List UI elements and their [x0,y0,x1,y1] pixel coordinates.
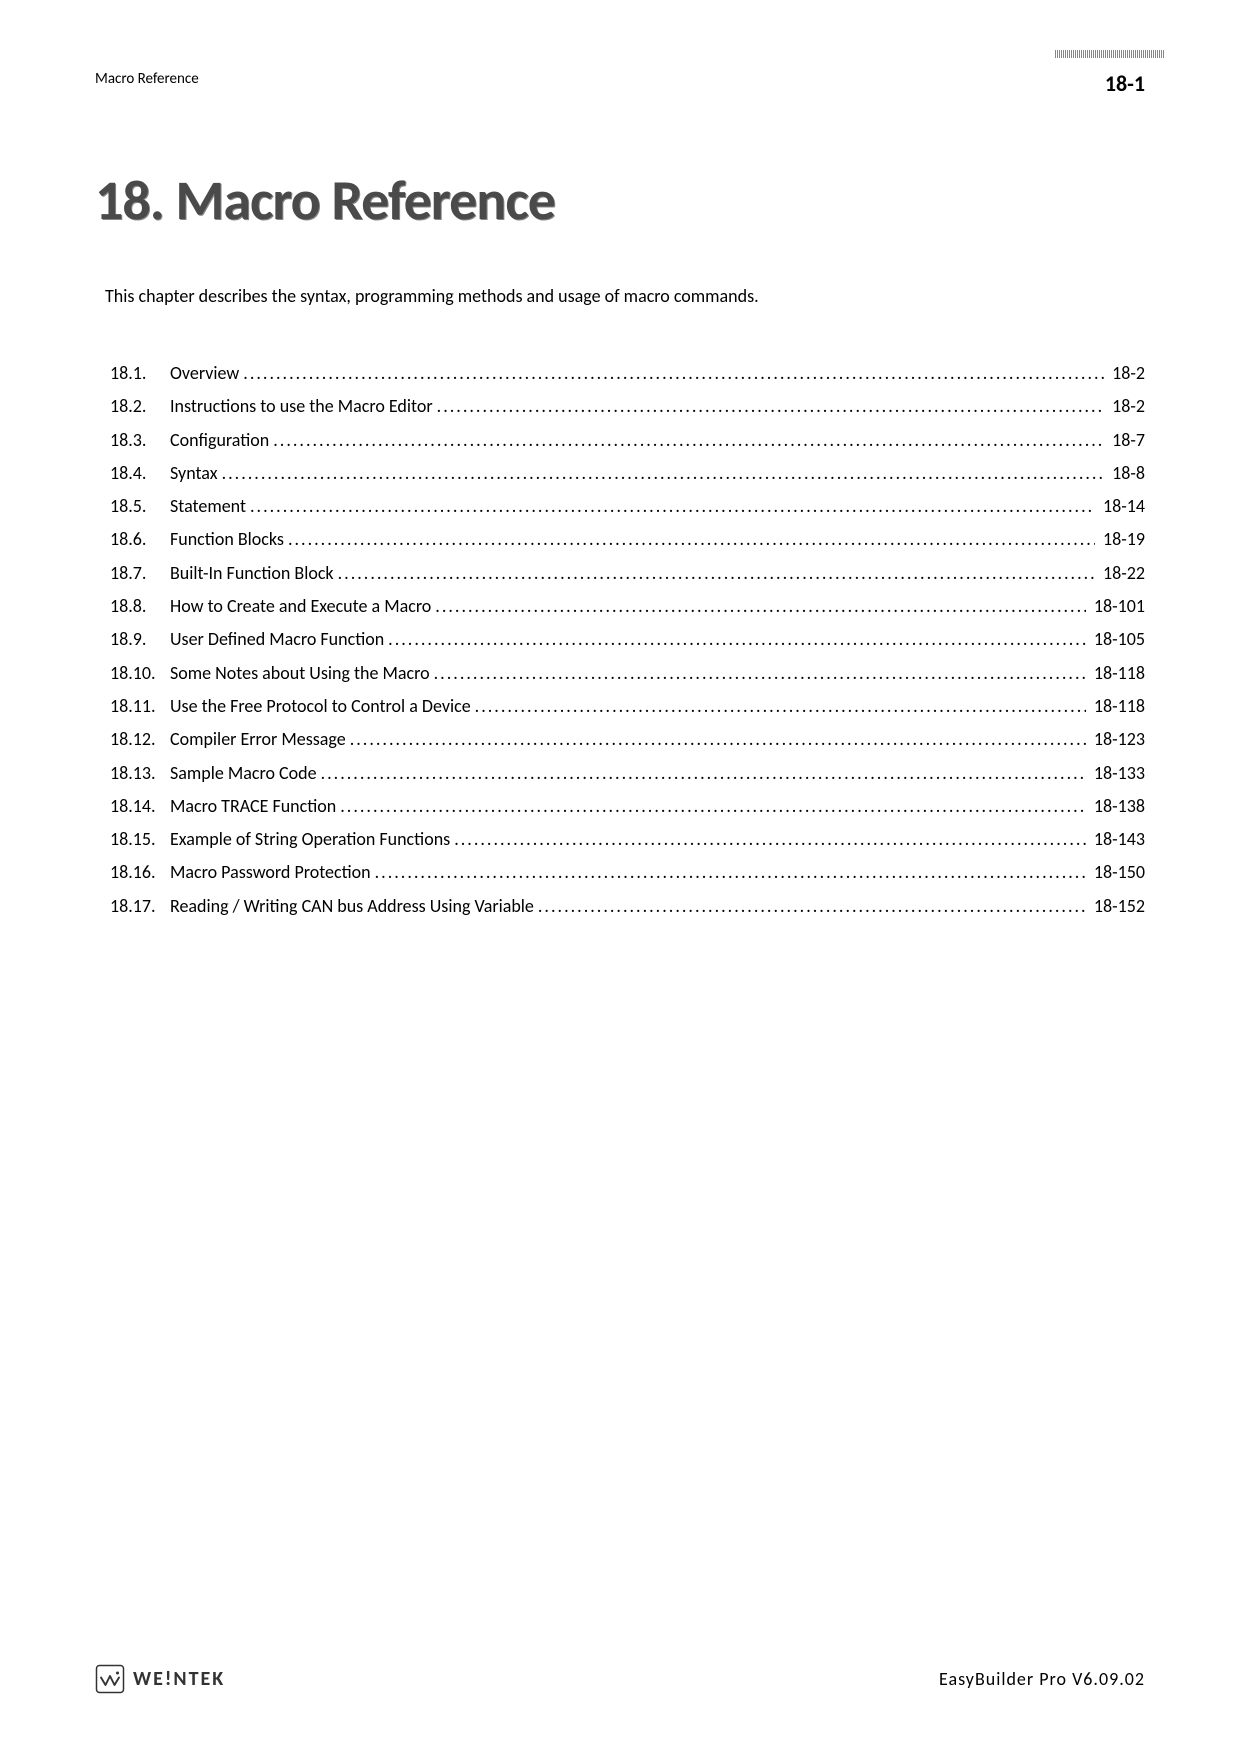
toc-entry-number: 18.13. [110,757,170,790]
toc-entry-number: 18.6. [110,523,170,556]
toc-leader-dots [435,590,1086,623]
toc-entry-page: 18-138 [1090,790,1145,823]
page-footer: WE!NTEK EasyBuilder Pro V6.09.02 [95,1664,1145,1694]
toc-entry-title: Overview [170,357,239,390]
toc-entry-number: 18.1. [110,357,170,390]
toc-entry[interactable]: 18.17.Reading / Writing CAN bus Address … [110,890,1145,923]
toc-entry[interactable]: 18.15.Example of String Operation Functi… [110,823,1145,856]
toc-entry-page: 18-19 [1099,523,1145,556]
toc-leader-dots [434,657,1086,690]
toc-entry[interactable]: 18.2.Instructions to use the Macro Edito… [110,390,1145,423]
toc-entry-number: 18.5. [110,490,170,523]
toc-entry-number: 18.14. [110,790,170,823]
toc-entry-title: Syntax [170,457,218,490]
toc-leader-dots [288,523,1095,556]
footer-logo: WE!NTEK [95,1664,225,1694]
document-page: Macro Reference 18-1 18. Macro Reference… [0,0,1240,1754]
toc-entry-title: Use the Free Protocol to Control a Devic… [170,690,471,723]
toc-entry[interactable]: 18.8.How to Create and Execute a Macro 18… [110,590,1145,623]
toc-entry-number: 18.7. [110,557,170,590]
toc-entry[interactable]: 18.4.Syntax 18-8 [110,457,1145,490]
weintek-logo-icon [95,1664,125,1694]
toc-entry-number: 18.4. [110,457,170,490]
toc-entry-page: 18-105 [1090,623,1145,656]
toc-entry-page: 18-8 [1108,457,1145,490]
toc-entry-title: Some Notes about Using the Macro [170,657,430,690]
toc-entry-page: 18-7 [1108,424,1145,457]
toc-entry[interactable]: 18.6.Function Blocks 18-19 [110,523,1145,556]
toc-entry-title: Built-In Function Block [170,557,334,590]
toc-entry-number: 18.8. [110,590,170,623]
toc-entry-page: 18-143 [1090,823,1145,856]
toc-leader-dots [321,757,1086,790]
header-title: Macro Reference [95,70,199,88]
toc-entry-number: 18.16. [110,856,170,889]
footer-product-version: EasyBuilder Pro V6.09.02 [939,1668,1145,1690]
toc-entry-title: User Defined Macro Function [170,623,384,656]
toc-entry-page: 18-2 [1108,390,1145,423]
toc-entry-page: 18-118 [1090,690,1145,723]
toc-entry-page: 18-118 [1090,657,1145,690]
toc-entry-page: 18-101 [1090,590,1145,623]
table-of-contents: 18.1.Overview18-218.2.Instructions to us… [110,357,1145,923]
chapter-intro: This chapter describes the syntax, progr… [105,285,1145,307]
toc-entry-page: 18-14 [1099,490,1145,523]
toc-leader-dots [273,424,1104,457]
toc-entry-title: Configuration [170,424,269,457]
toc-entry-number: 18.12. [110,723,170,756]
toc-entry-title: How to Create and Execute a Macro [170,590,431,623]
toc-leader-dots [375,856,1086,889]
toc-leader-dots [538,890,1086,923]
toc-leader-dots [475,690,1086,723]
toc-entry[interactable]: 18.10.Some Notes about Using the Macro 18… [110,657,1145,690]
toc-entry-title: Reading / Writing CAN bus Address Using … [170,890,534,923]
toc-entry-page: 18-22 [1099,557,1145,590]
toc-entry-page: 18-123 [1090,723,1145,756]
toc-leader-dots [338,557,1095,590]
toc-entry[interactable]: 18.5.Statement 18-14 [110,490,1145,523]
toc-entry-title: Compiler Error Message [170,723,346,756]
header-page-number: 18-1 [1105,70,1145,97]
toc-entry[interactable]: 18.12.Compiler Error Message 18-123 [110,723,1145,756]
toc-entry-page: 18-152 [1090,890,1145,923]
toc-entry[interactable]: 18.14.Macro TRACE Function 18-138 [110,790,1145,823]
toc-leader-dots [340,790,1086,823]
toc-entry-number: 18.3. [110,424,170,457]
toc-entry-number: 18.15. [110,823,170,856]
toc-entry-title: Statement [170,490,246,523]
toc-leader-dots [437,390,1104,423]
toc-leader-dots [350,723,1086,756]
toc-leader-dots [454,823,1086,856]
toc-entry-number: 18.9. [110,623,170,656]
toc-entry[interactable]: 18.16.Macro Password Protection 18-150 [110,856,1145,889]
toc-entry-title: Macro Password Protection [170,856,371,889]
toc-entry[interactable]: 18.7.Built-In Function Block 18-22 [110,557,1145,590]
toc-entry-title: Instructions to use the Macro Editor [170,390,433,423]
header-accent-bar [1055,50,1165,58]
toc-entry[interactable]: 18.13.Sample Macro Code 18-133 [110,757,1145,790]
toc-entry[interactable]: 18.11.Use the Free Protocol to Control a… [110,690,1145,723]
page-number-top: 18-1 [1105,70,1145,97]
toc-entry-page: 18-2 [1108,357,1145,390]
toc-leader-dots [250,490,1095,523]
toc-entry[interactable]: 18.9.User Defined Macro Function 18-105 [110,623,1145,656]
toc-entry-number: 18.17. [110,890,170,923]
toc-entry-title: Sample Macro Code [170,757,317,790]
toc-entry[interactable]: 18.3.Configuration 18-7 [110,424,1145,457]
toc-leader-dots [388,623,1086,656]
toc-entry-title: Example of String Operation Functions [170,823,450,856]
toc-entry-number: 18.10. [110,657,170,690]
toc-entry-page: 18-133 [1090,757,1145,790]
toc-entry[interactable]: 18.1.Overview 18-2 [110,357,1145,390]
footer-brand-text: WE!NTEK [133,1667,225,1691]
toc-entry-title: Macro TRACE Function [170,790,336,823]
toc-leader-dots [222,457,1105,490]
toc-entry-number: 18.2. [110,390,170,423]
page-header: Macro Reference 18-1 [95,70,1145,97]
chapter-title: 18. Macro Reference [95,167,1145,235]
toc-entry-number: 18.11. [110,690,170,723]
toc-entry-title: Function Blocks [170,523,284,556]
toc-leader-dots [243,357,1104,390]
toc-entry-page: 18-150 [1090,856,1145,889]
